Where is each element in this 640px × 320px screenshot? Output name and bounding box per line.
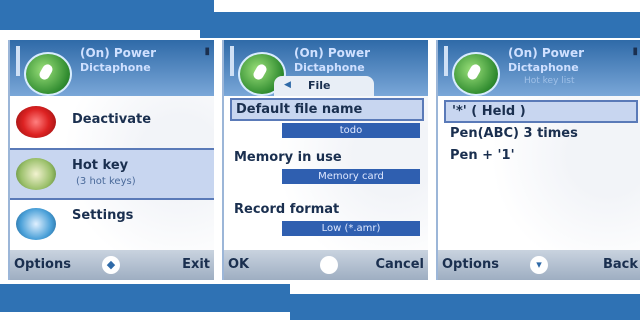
center-key-icon bbox=[320, 256, 338, 274]
menu-item-settings[interactable]: Settings bbox=[10, 200, 214, 248]
menu-item-hot-key[interactable]: Hot key (3 hot keys) bbox=[10, 148, 214, 200]
dictaphone-logo-icon bbox=[24, 52, 72, 96]
battery-icon: ▮ bbox=[204, 46, 210, 57]
softkey-bar: Options ◆ Exit bbox=[10, 250, 214, 280]
app-title: (On) Power bbox=[80, 46, 157, 60]
settings-form: Default file name todo Memory in use Mem… bbox=[224, 96, 428, 250]
hot-key-list: '*' ( Held ) Pen(ABC) 3 times Pen + '1' bbox=[438, 96, 640, 250]
options-softkey[interactable]: Options bbox=[14, 257, 71, 272]
softkey-bar: Options ▾ Back bbox=[438, 250, 640, 280]
battery-icon: ▮ bbox=[632, 46, 638, 57]
memory-in-use-value[interactable]: Memory card bbox=[282, 169, 420, 184]
top-decor-band bbox=[0, 0, 640, 38]
app-subtitle: Dictaphone bbox=[508, 61, 579, 74]
app-subtitle: Dictaphone bbox=[294, 61, 365, 74]
softkey-bar: OK Cancel bbox=[224, 250, 428, 280]
menu-list: Deactivate Hot key (3 hot keys) Settings bbox=[10, 96, 214, 250]
menu-item-deactivate[interactable]: Deactivate bbox=[10, 98, 214, 146]
back-softkey[interactable]: Back bbox=[603, 257, 638, 272]
default-file-name-value[interactable]: todo bbox=[282, 123, 420, 138]
app-header: (On) Power Dictaphone ◀ File bbox=[224, 40, 428, 96]
cancel-softkey[interactable]: Cancel bbox=[375, 257, 424, 272]
app-header: (On) Power Dictaphone Hot key list ▮ bbox=[438, 40, 640, 96]
hot-key-icon bbox=[16, 158, 56, 190]
signal-bar-icon bbox=[16, 46, 20, 76]
scroll-down-icon: ▾ bbox=[530, 256, 548, 274]
bottom-decor-band bbox=[0, 284, 640, 320]
memory-in-use-field[interactable]: Memory in use Memory card bbox=[230, 148, 424, 184]
scroll-indicator-icon: ◆ bbox=[102, 256, 120, 274]
signal-bar-icon bbox=[230, 46, 234, 76]
phone-screen-main-menu: (On) Power Dictaphone ▮ Deactivate Hot k… bbox=[8, 40, 214, 280]
phone-screen-hot-key-list: (On) Power Dictaphone Hot key list ▮ '*'… bbox=[436, 40, 640, 280]
list-item[interactable]: '*' ( Held ) bbox=[444, 100, 638, 123]
list-item[interactable]: Pen(ABC) 3 times bbox=[444, 124, 638, 143]
app-header: (On) Power Dictaphone ▮ bbox=[10, 40, 214, 96]
app-title: (On) Power bbox=[508, 46, 585, 60]
screen-subtitle: Hot key list bbox=[524, 76, 575, 86]
dictaphone-logo-icon bbox=[452, 52, 500, 96]
settings-icon bbox=[16, 208, 56, 240]
options-softkey[interactable]: Options bbox=[442, 257, 499, 272]
record-format-value[interactable]: Low (*.amr) bbox=[282, 221, 420, 236]
ok-softkey[interactable]: OK bbox=[228, 257, 249, 272]
app-subtitle: Dictaphone bbox=[80, 61, 151, 74]
list-item[interactable]: Pen + '1' bbox=[444, 146, 638, 165]
record-format-field[interactable]: Record format Low (*.amr) bbox=[230, 200, 424, 236]
phone-screen-file-settings: (On) Power Dictaphone ◀ File Default fil… bbox=[222, 40, 428, 280]
app-title: (On) Power bbox=[294, 46, 371, 60]
tab-file[interactable]: File bbox=[308, 79, 331, 92]
default-file-name-field[interactable]: Default file name todo bbox=[230, 98, 424, 138]
tab-bar: ◀ File bbox=[274, 76, 374, 96]
tab-left-arrow-icon[interactable]: ◀ bbox=[284, 80, 291, 90]
exit-softkey[interactable]: Exit bbox=[182, 257, 210, 272]
signal-bar-icon bbox=[444, 46, 448, 76]
deactivate-icon bbox=[16, 106, 56, 138]
